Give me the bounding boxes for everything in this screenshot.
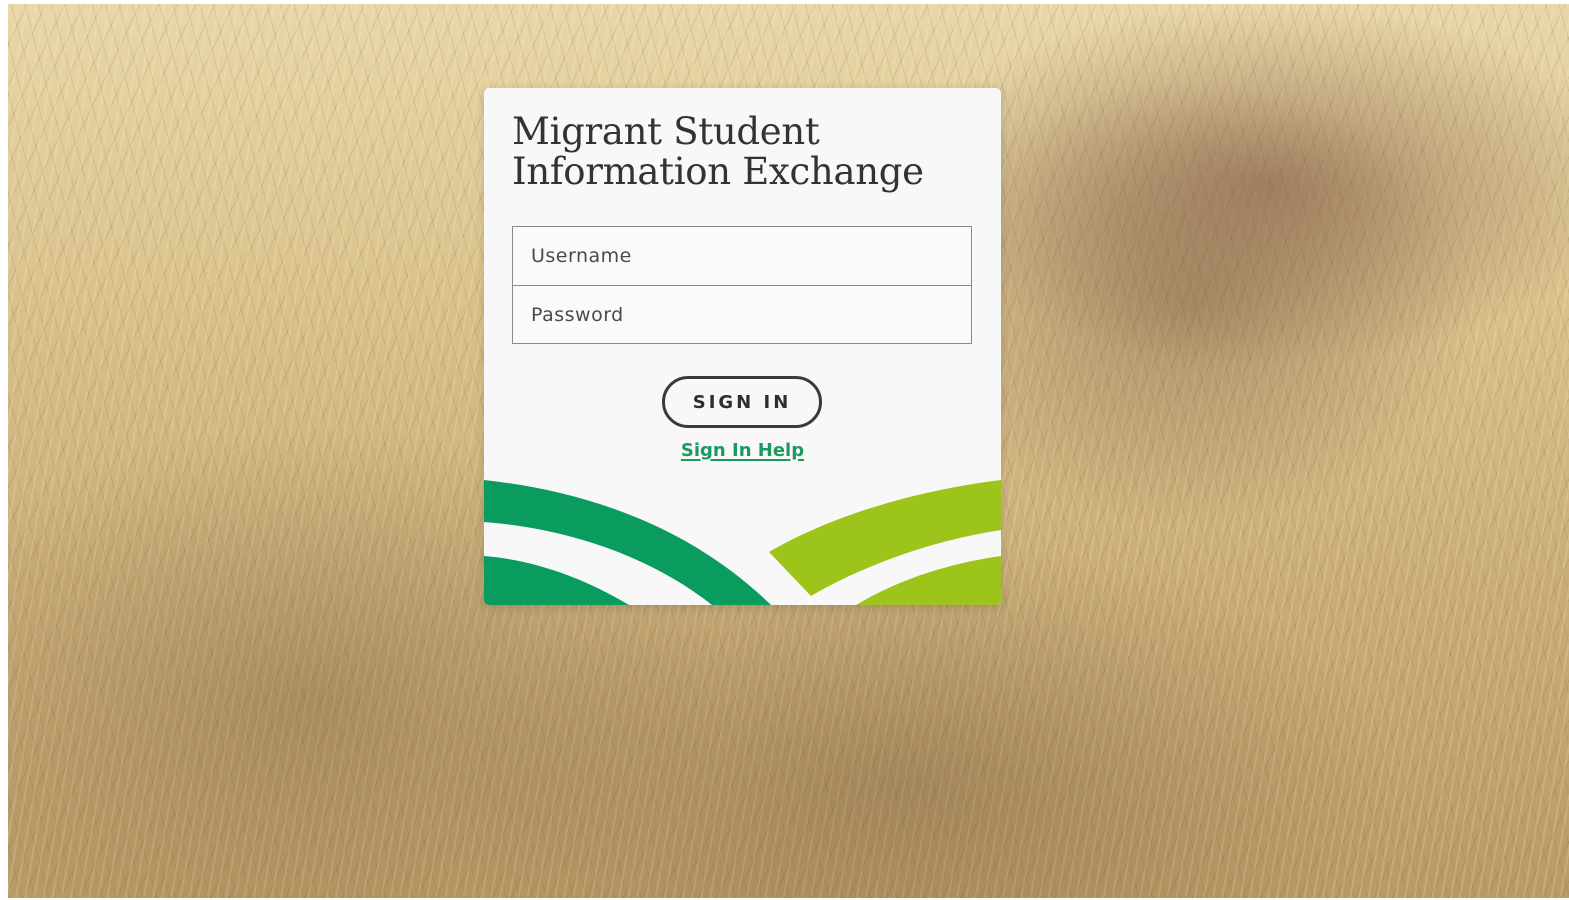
sign-in-help-link[interactable]: Sign In Help bbox=[484, 440, 1001, 461]
green-arc-inner bbox=[484, 556, 629, 605]
app-title-line2: Information Exchange bbox=[512, 150, 924, 193]
sign-in-button[interactable]: SIGN IN bbox=[662, 376, 822, 428]
app-title: Migrant Student Information Exchange bbox=[512, 112, 924, 192]
brand-arcs-graphic bbox=[484, 480, 1001, 605]
login-fields bbox=[512, 226, 972, 344]
login-card: Migrant Student Information Exchange SIG… bbox=[484, 88, 1001, 605]
username-input[interactable] bbox=[513, 227, 971, 285]
background-wheat-photo: Migrant Student Information Exchange SIG… bbox=[8, 4, 1569, 898]
app-title-line1: Migrant Student bbox=[512, 110, 820, 153]
password-input[interactable] bbox=[513, 285, 971, 343]
